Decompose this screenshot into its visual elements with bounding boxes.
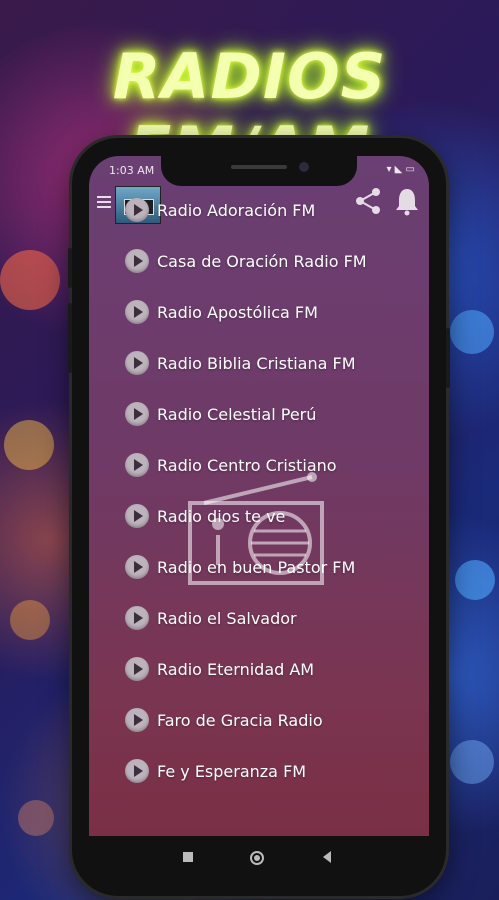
bokeh-light [450, 310, 494, 354]
play-icon[interactable] [125, 300, 149, 324]
bokeh-light [10, 600, 50, 640]
station-item[interactable]: Radio el Salvador [125, 598, 297, 638]
station-item[interactable]: Radio Eternidad AM [125, 649, 314, 689]
station-label: Radio Celestial Perú [157, 404, 317, 424]
play-icon[interactable] [125, 249, 149, 273]
station-item[interactable]: Radio Biblia Cristiana FM [125, 343, 356, 383]
phone-side-button [446, 328, 450, 388]
share-icon[interactable] [353, 186, 383, 216]
play-icon[interactable] [125, 402, 149, 426]
play-icon[interactable] [125, 606, 149, 630]
bokeh-light [450, 740, 494, 784]
bokeh-light [0, 250, 60, 310]
system-nav-bar [89, 836, 429, 878]
phone-side-button [68, 303, 72, 373]
play-icon[interactable] [125, 504, 149, 528]
station-item[interactable]: Radio Adoración FM [125, 190, 315, 230]
radio-icon [188, 472, 324, 585]
bokeh-light [18, 800, 54, 836]
play-icon[interactable] [125, 759, 149, 783]
phone-frame: 1:03 AM ▾ ◣ ▭ Radio Adoración FM Casa de… [68, 138, 450, 896]
station-label: Faro de Gracia Radio [157, 710, 323, 730]
station-label: Fe y Esperanza FM [157, 761, 307, 781]
home-icon[interactable] [249, 850, 265, 866]
play-icon[interactable] [125, 198, 149, 222]
station-label: Radio Eternidad AM [157, 659, 315, 679]
phone-side-button [68, 248, 72, 288]
front-camera [299, 162, 309, 172]
station-label: Radio Apostólica FM [157, 302, 318, 322]
back-icon[interactable] [321, 850, 333, 864]
app-screen: 1:03 AM ▾ ◣ ▭ Radio Adoración FM Casa de… [89, 156, 429, 836]
phone-notch [161, 156, 357, 186]
station-item[interactable]: Radio Celestial Perú [125, 394, 316, 434]
bokeh-light [4, 420, 54, 470]
play-icon[interactable] [125, 453, 149, 477]
recent-apps-icon[interactable] [181, 850, 195, 864]
status-icons: ▾ ◣ ▭ [386, 164, 415, 175]
play-icon[interactable] [125, 351, 149, 375]
play-icon[interactable] [125, 555, 149, 579]
station-item[interactable]: Fe y Esperanza FM [125, 751, 306, 791]
menu-icon[interactable] [97, 196, 111, 210]
station-item[interactable]: Casa de Oración Radio FM [125, 241, 367, 281]
station-label: Radio Adoración FM [157, 200, 316, 220]
station-item[interactable]: Radio Apostólica FM [125, 292, 318, 332]
station-label: Casa de Oración Radio FM [157, 251, 367, 271]
play-icon[interactable] [125, 657, 149, 681]
status-time: 1:03 AM [109, 164, 155, 177]
station-label: Radio Biblia Cristiana FM [157, 353, 356, 373]
station-item[interactable]: Faro de Gracia Radio [125, 700, 323, 740]
play-icon[interactable] [125, 708, 149, 732]
earpiece-speaker [231, 165, 287, 169]
bokeh-light [455, 560, 495, 600]
bell-icon[interactable] [395, 186, 419, 216]
station-label: Radio el Salvador [157, 608, 297, 628]
